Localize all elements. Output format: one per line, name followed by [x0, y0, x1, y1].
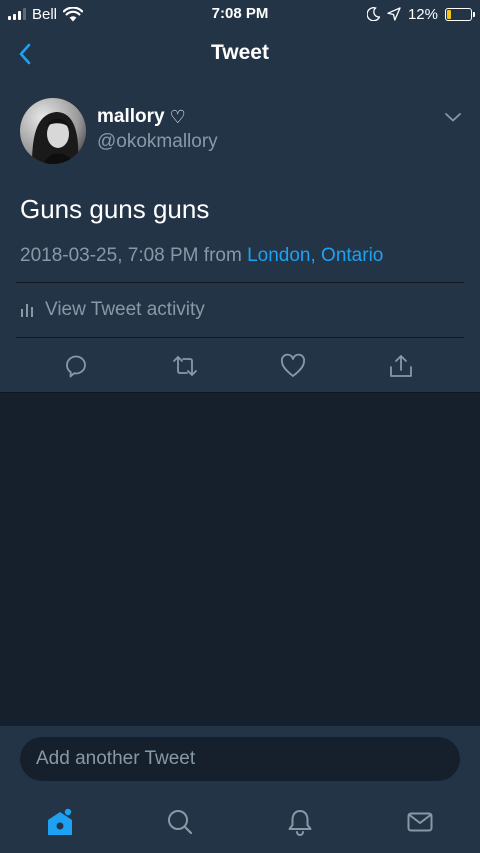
notifications-icon: [288, 810, 312, 836]
reply-bar: [0, 726, 480, 853]
location-arrow-icon: [387, 7, 401, 21]
tweet-from: from: [203, 245, 242, 266]
view-tweet-activity-label: View Tweet activity: [45, 299, 205, 320]
tweet-meta: 2018-03-25, 7:08 PM from London, Ontario: [20, 245, 383, 267]
location-city-link[interactable]: London: [247, 245, 310, 266]
avatar[interactable]: [20, 98, 86, 164]
tab-search[interactable]: [160, 802, 200, 842]
divider: [16, 282, 464, 283]
top-header: Bell 7:08 PM 12% Tweet: [0, 0, 480, 82]
page-title: Tweet: [211, 41, 269, 64]
chevron-down-icon[interactable]: [444, 111, 462, 123]
tweet-detail: mallory ♡ @okokmallory Guns guns guns 20…: [0, 82, 480, 393]
tab-home[interactable]: [40, 802, 80, 842]
tab-bar: [0, 796, 480, 853]
author-handle[interactable]: @okokmallory: [97, 131, 218, 153]
bar-chart-icon: [21, 304, 33, 317]
author-name-heart: ♡: [169, 106, 186, 127]
location-separator: ,: [310, 245, 316, 266]
view-tweet-activity-button[interactable]: View Tweet activity: [20, 298, 205, 322]
tab-notifications[interactable]: [280, 802, 320, 842]
moon-icon: [366, 7, 380, 21]
share-icon[interactable]: [387, 352, 415, 380]
location-region-link[interactable]: Ontario: [321, 245, 383, 266]
status-bar: Bell 7:08 PM 12%: [0, 0, 480, 28]
tab-messages[interactable]: [400, 802, 440, 842]
add-another-tweet-input[interactable]: [20, 737, 460, 781]
author-name: mallory: [97, 106, 165, 127]
avatar-photo: [20, 98, 86, 164]
battery-icon: [445, 7, 475, 21]
divider: [16, 337, 464, 338]
like-icon[interactable]: [279, 352, 307, 380]
conversation-area: [0, 393, 480, 726]
navigation-bar: Tweet: [0, 28, 480, 80]
home-icon: [48, 808, 72, 835]
messages-icon: [407, 812, 433, 832]
tweet-actions: [0, 340, 480, 392]
reply-icon[interactable]: [62, 352, 90, 380]
search-icon: [168, 810, 193, 835]
tweet-text: Guns guns guns: [20, 194, 210, 224]
battery-percent: 12%: [407, 5, 438, 23]
retweet-icon[interactable]: [171, 352, 199, 380]
tweet-timestamp: 2018-03-25, 7:08 PM: [20, 245, 199, 266]
author-display-name[interactable]: mallory ♡: [97, 106, 186, 128]
status-right: 12%: [366, 4, 475, 24]
